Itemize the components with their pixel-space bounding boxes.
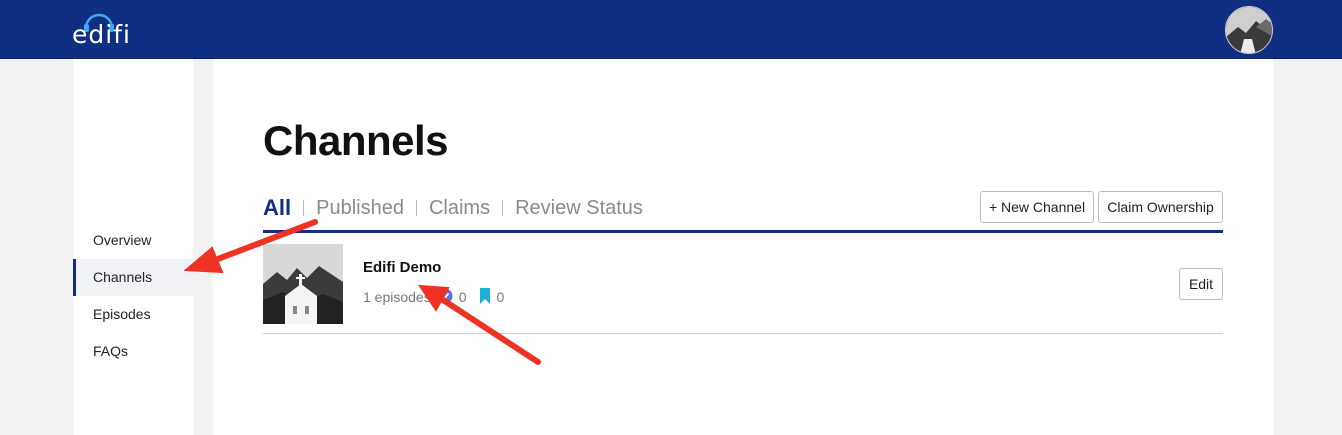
sidebar-item-channels[interactable]: Channels [73, 259, 193, 296]
tab-review-status[interactable]: Review Status [515, 197, 643, 220]
sidebar-item-overview[interactable]: Overview [73, 222, 193, 259]
logo-text: edifi [72, 20, 131, 49]
claim-ownership-button[interactable]: Claim Ownership [1098, 191, 1223, 223]
sidebar-item-faqs[interactable]: FAQs [73, 333, 193, 370]
user-avatar[interactable] [1225, 6, 1273, 54]
channel-thumbnail-image [263, 244, 343, 324]
tab-all[interactable]: All [263, 195, 291, 221]
bookmark-count: 0 [496, 289, 505, 305]
sidebar: Overview Channels Episodes FAQs [73, 59, 193, 435]
channel-row: Edifi Demo 1 episodes 0 0 Edit [263, 244, 1223, 334]
episode-count: 1 episodes [363, 289, 431, 305]
tab-claims[interactable]: Claims [429, 197, 490, 220]
channel-name[interactable]: Edifi Demo [363, 259, 441, 276]
top-navbar: edifi [0, 0, 1342, 59]
tabs-underline [263, 230, 1223, 233]
channel-tabs: All Published Claims Review Status [263, 195, 643, 221]
like-count: 0 [458, 289, 467, 305]
channel-stats: 1 episodes 0 0 [363, 287, 505, 307]
tab-published[interactable]: Published [316, 197, 404, 220]
sidebar-item-episodes[interactable]: Episodes [73, 296, 193, 333]
channel-thumbnail[interactable] [263, 244, 343, 324]
new-channel-button[interactable]: + New Channel [980, 191, 1094, 223]
edit-channel-button[interactable]: Edit [1179, 268, 1223, 300]
page-title: Channels [263, 117, 449, 164]
like-icon [437, 288, 453, 307]
tab-separator [502, 200, 504, 216]
tab-separator [303, 200, 305, 216]
edifi-logo[interactable]: edifi [72, 8, 142, 50]
main-content: Channels All Published Claims Review Sta… [213, 59, 1273, 435]
avatar-image [1226, 7, 1272, 53]
tab-separator [415, 200, 417, 216]
bookmark-icon [479, 287, 491, 307]
